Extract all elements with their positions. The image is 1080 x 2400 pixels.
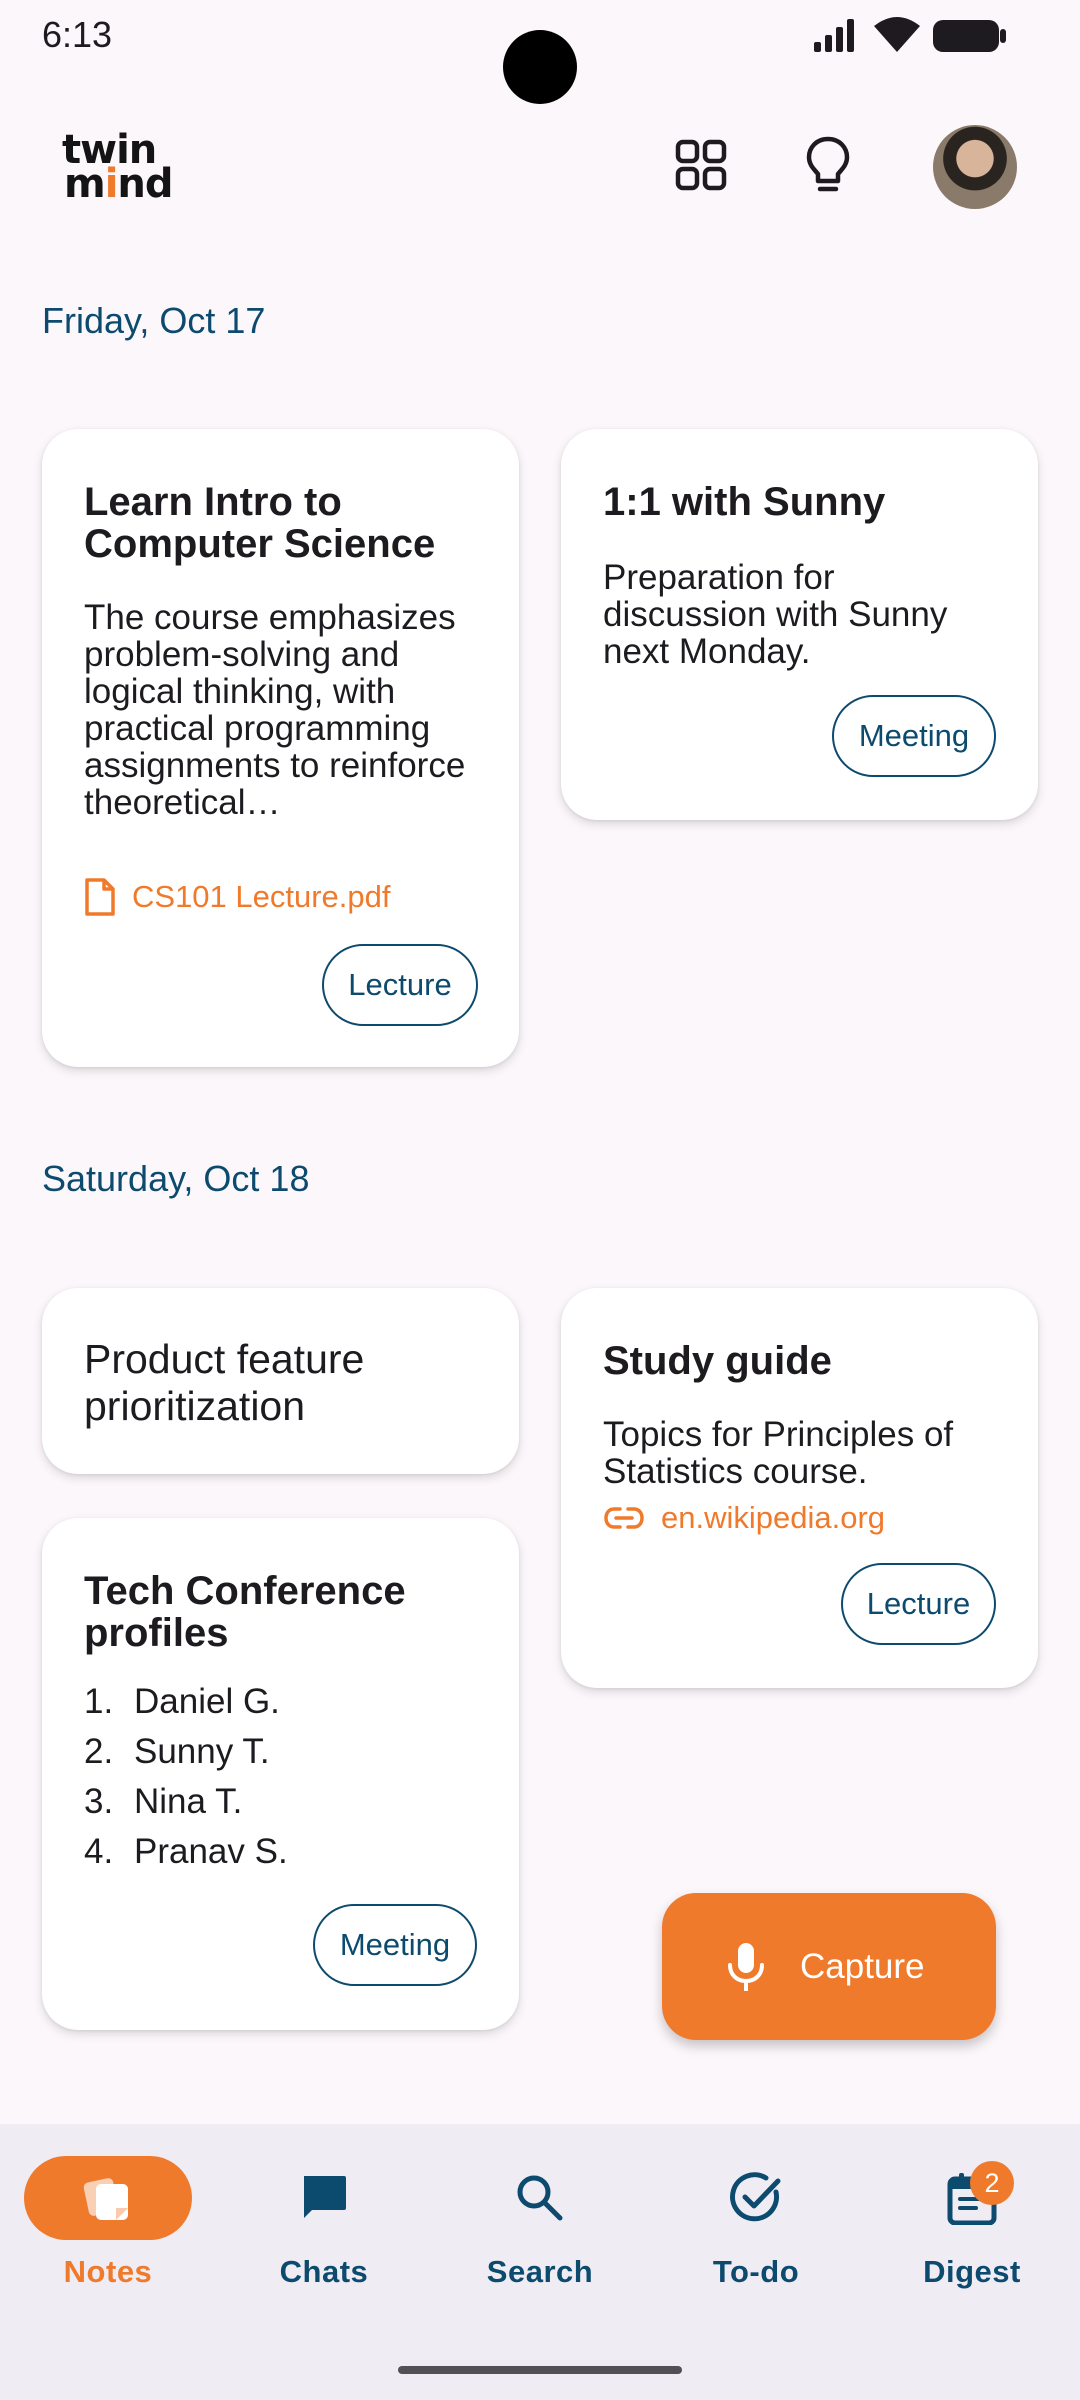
capture-button[interactable]: Capture <box>662 1893 996 2040</box>
calendar-icon <box>888 2156 1056 2240</box>
twinmind-logo: twin mind <box>60 130 195 207</box>
tag-meeting[interactable]: Meeting <box>832 695 996 777</box>
card-title: Tech Conference profiles <box>84 1569 406 1655</box>
section-date: Saturday, Oct 18 <box>42 1158 310 1199</box>
list-text: Sunny T. <box>134 1732 270 1771</box>
list-text: Daniel G. <box>134 1682 280 1721</box>
grid-icon[interactable] <box>666 130 736 200</box>
nav-item-todo[interactable]: To-do <box>648 2124 864 2324</box>
list-number: 1. <box>84 1682 114 1721</box>
digest-badge: 2 <box>970 2161 1014 2205</box>
link-icon <box>604 1507 644 1529</box>
note-card[interactable]: Tech Conference profiles 1. Daniel G. 2. S… <box>42 1518 519 2030</box>
home-indicator[interactable] <box>398 2366 682 2374</box>
logo-line-2: mind <box>64 161 174 207</box>
attachment-label: en.wikipedia.org <box>661 1500 886 1535</box>
nav-label: Digest <box>923 2254 1021 2289</box>
tag-lecture[interactable]: Lecture <box>841 1563 996 1645</box>
status-time: 6:13 <box>42 14 113 55</box>
wifi-icon <box>874 17 920 52</box>
bottom-nav: Notes Chats Search To-do Digest <box>0 2124 1080 2400</box>
card-body: Preparation for discussion with Sunny ne… <box>603 558 948 671</box>
logo-part-m: m <box>64 161 106 207</box>
nav-item-search[interactable]: Search <box>432 2124 648 2324</box>
logo-part-dot: i <box>104 161 119 207</box>
nav-item-chats[interactable]: Chats <box>216 2124 432 2324</box>
attachment-link[interactable]: CS101 Lecture.pdf <box>84 877 391 917</box>
attachment-link[interactable]: en.wikipedia.org <box>603 1500 885 1536</box>
list-text: Nina T. <box>134 1782 243 1821</box>
front-camera <box>503 30 577 104</box>
search-icon <box>456 2156 624 2240</box>
list-number: 3. <box>84 1782 114 1821</box>
section-date: Friday, Oct 17 <box>42 300 266 341</box>
nav-label: Chats <box>279 2254 369 2289</box>
note-card[interactable]: 1:1 with Sunny Preparation for discussio… <box>561 429 1038 820</box>
status-bar: 6:13 <box>0 0 1080 104</box>
file-icon <box>85 878 115 916</box>
capture-label: Capture <box>800 1946 925 1986</box>
card-body: Topics for Principles of Statistics cour… <box>603 1415 954 1491</box>
list-text: Pranav S. <box>134 1832 288 1871</box>
list-item: 2. Sunny T. <box>84 1732 288 1782</box>
card-title: Study guide <box>603 1339 832 1383</box>
profile-list: 1. Daniel G. 2. Sunny T. 3. Nina T. 4. Prana… <box>84 1682 288 1882</box>
lightbulb-icon[interactable] <box>793 130 863 200</box>
tag-meeting[interactable]: Meeting <box>313 1904 477 1986</box>
card-title: Product feature prioritization <box>84 1336 365 1429</box>
tag-lecture[interactable]: Lecture <box>322 944 478 1026</box>
note-card[interactable]: Learn Intro to Computer Science The cour… <box>42 429 519 1067</box>
card-body: The course emphasizes problem-solving an… <box>84 599 466 821</box>
nav-item-digest[interactable]: Digest <box>864 2124 1080 2324</box>
card-title: 1:1 with Sunny <box>603 480 886 524</box>
nav-label: Notes <box>63 2254 153 2289</box>
note-card[interactable]: Product feature prioritization <box>42 1288 519 1474</box>
nav-item-notes[interactable]: Notes <box>0 2124 216 2324</box>
check-circle-icon <box>672 2156 840 2240</box>
mic-icon <box>726 1941 766 1993</box>
list-number: 2. <box>84 1732 114 1771</box>
list-item: 3. Nina T. <box>84 1782 288 1832</box>
list-item: 4. Pranav S. <box>84 1832 288 1882</box>
battery-icon <box>933 20 1006 52</box>
list-item: 1. Daniel G. <box>84 1682 288 1732</box>
attachment-label: CS101 Lecture.pdf <box>132 879 391 914</box>
note-card[interactable]: Study guide Topics for Principles of Sta… <box>561 1288 1038 1688</box>
card-title: Learn Intro to Computer Science <box>84 480 436 566</box>
list-number: 4. <box>84 1832 114 1871</box>
nav-label: Search <box>486 2254 594 2289</box>
chat-icon <box>240 2156 408 2240</box>
nav-label: To-do <box>712 2254 800 2289</box>
logo-part-nd: nd <box>117 161 173 207</box>
notes-icon <box>24 2156 192 2240</box>
avatar[interactable] <box>933 125 1017 209</box>
signal-icon <box>814 19 854 52</box>
